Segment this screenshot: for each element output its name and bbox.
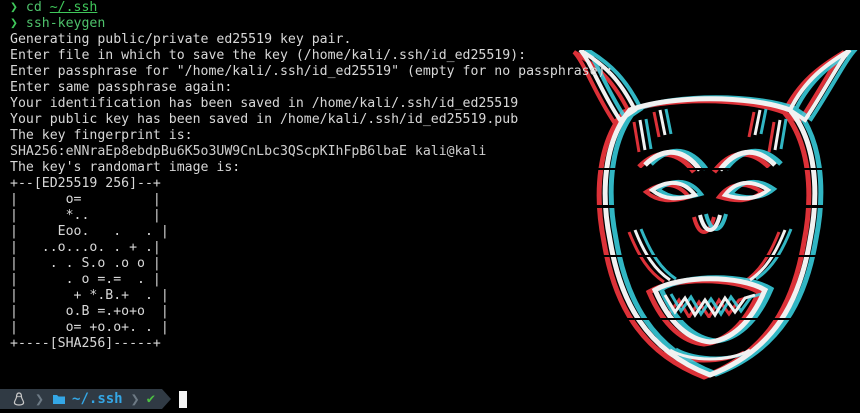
- key-fingerprint: SHA256:eNNraEp8ebdpBu6K5o3UW9CnLbc3QScpK…: [10, 144, 487, 159]
- command-text: cd: [25, 0, 50, 15]
- text-cursor[interactable]: [179, 391, 187, 408]
- command-line: ❯ cd ~/.ssh: [10, 0, 650, 16]
- prompt-arrow-icon: ❯: [10, 0, 18, 15]
- randomart-row: | Eoo. . . |: [10, 224, 169, 239]
- prompt-statusbar: ❯ ~/.ssh ❯ ✔: [0, 389, 172, 409]
- status-ok: ✔: [143, 389, 163, 409]
- randomart-row: | + *.B.+ . |: [10, 288, 169, 303]
- output-line: The key fingerprint is:: [10, 128, 193, 143]
- randomart-row: | o.B =.+o+o |: [10, 304, 169, 319]
- randomart-row: | . . S.o .o o |: [10, 256, 161, 271]
- randomart-row: | o= |: [10, 192, 161, 207]
- command-argument[interactable]: ~/.ssh: [50, 0, 98, 15]
- segment-separator: ❯: [31, 389, 49, 409]
- output-line: Enter file in which to save the key (/ho…: [10, 48, 527, 63]
- output-line: Your public key has been saved in /home/…: [10, 112, 519, 127]
- current-directory: ~/.ssh: [72, 391, 123, 407]
- randomart-row: | ..o...o. . + .|: [10, 240, 161, 255]
- randomart-row: | *.. |: [10, 208, 161, 223]
- output-line: Enter passphrase for "/home/kali/.ssh/id…: [10, 64, 614, 79]
- segment-end-cap: [162, 389, 172, 409]
- command-line: ❯ ssh-keygen: [10, 16, 650, 32]
- current-directory-segment: ~/.ssh: [48, 389, 127, 409]
- segment-separator: ❯: [126, 389, 144, 409]
- randomart-row: +----[SHA256]-----+: [10, 336, 161, 351]
- command-text: ssh-keygen: [25, 16, 106, 31]
- output-line: Enter same passphrase again:: [10, 80, 233, 95]
- prompt-arrow-icon: ❯: [10, 16, 18, 31]
- linux-tux-icon: [13, 392, 25, 406]
- terminal-window[interactable]: ❯ cd ~/.ssh ❯ ssh-keygen Generating publ…: [0, 0, 860, 413]
- output-line: The key's randomart image is:: [10, 160, 241, 175]
- randomart-row: | o= +o.o+. . |: [10, 320, 169, 335]
- terminal-output: ❯ cd ~/.ssh ❯ ssh-keygen Generating publ…: [10, 0, 650, 352]
- output-line: Your identification has been saved in /h…: [10, 96, 519, 111]
- randomart-row: | . o =.= . |: [10, 272, 161, 287]
- randomart-row: +--[ED25519 256]--+: [10, 176, 161, 191]
- output-line: Generating public/private ed25519 key pa…: [10, 32, 352, 47]
- os-segment: [0, 389, 31, 409]
- folder-icon: [53, 395, 66, 404]
